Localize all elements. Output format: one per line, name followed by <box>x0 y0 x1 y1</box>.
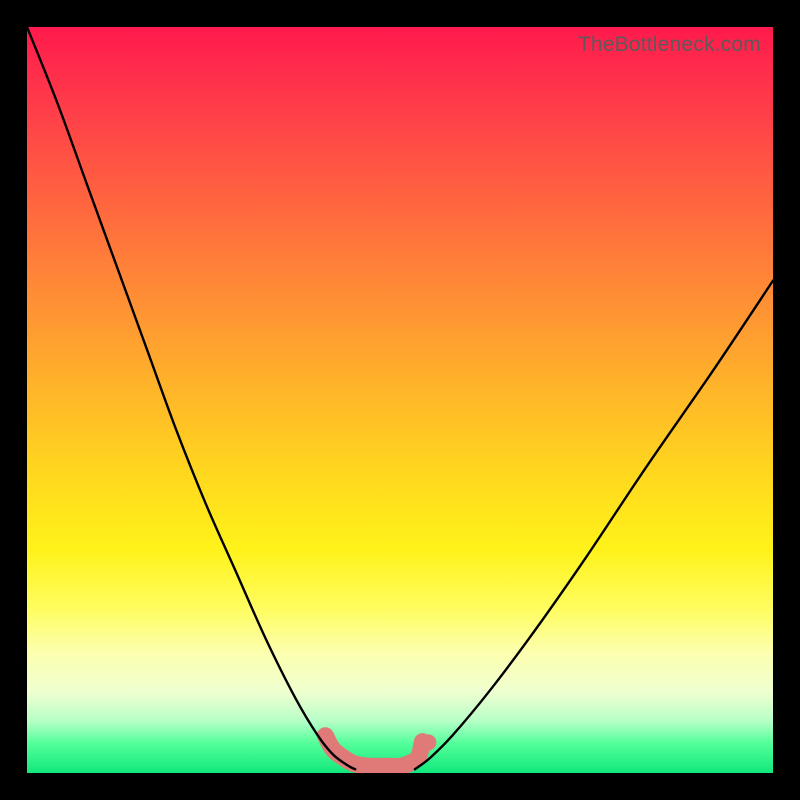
chart-frame: TheBottleneck.com <box>0 0 800 800</box>
flat-red-segment <box>325 736 422 767</box>
curve-marker-dot <box>420 734 436 750</box>
chart-curves <box>27 27 773 773</box>
chart-plot-area: TheBottleneck.com <box>27 27 773 773</box>
left-bottleneck-curve <box>27 27 355 769</box>
right-bottleneck-curve <box>415 281 773 770</box>
